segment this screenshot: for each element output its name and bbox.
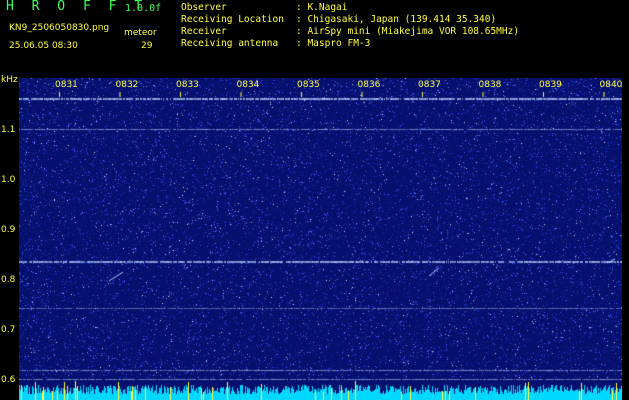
observer-value: : K.Nagai: [296, 2, 348, 13]
receiver-label: Receiver: [181, 26, 227, 37]
antenna-label: Receiving antenna: [181, 38, 279, 49]
frequency-tick-label: 0.9: [1, 225, 16, 235]
location-label: Receiving Location: [181, 14, 284, 25]
app-version: 1.0.0f: [125, 3, 162, 14]
antenna-value: : Maspro FM-3: [296, 38, 371, 49]
time-tick-label: 0833: [176, 80, 199, 90]
receiver-value: : AirSpy mini (Miakejima VOR 108.65MHz): [296, 26, 520, 37]
observer-label: Observer: [181, 2, 227, 13]
location-value: : Chigasaki, Japan (139.414 35.340): [296, 14, 497, 25]
frequency-tick-label: 1.0: [1, 175, 16, 185]
meteor-count-value: 29: [141, 41, 153, 51]
spectrogram-panel: [19, 78, 622, 400]
frequency-unit-label: kHz: [1, 75, 18, 85]
frequency-tick-label: 0.6: [1, 375, 16, 385]
hrofft-window: H R O F F T 1.0.0f KN9_2506050830.png 25…: [0, 0, 629, 400]
time-tick-label: 0837: [418, 80, 441, 90]
time-tick-label: 0839: [539, 80, 562, 90]
file-name: KN9_2506050830.png: [9, 23, 110, 33]
frequency-tick-label: 1.1: [1, 125, 16, 135]
observation-datetime: 25.06.05 08:30: [9, 41, 78, 51]
time-tick-label: 0835: [297, 80, 320, 90]
time-tick-label: 0834: [236, 80, 260, 90]
time-tick-label: 0832: [115, 80, 139, 90]
time-tick-label: 0831: [55, 80, 78, 90]
time-tick-label: 0840: [599, 80, 623, 90]
time-tick-label: 0838: [478, 80, 502, 90]
frequency-tick-label: 0.7: [1, 325, 16, 335]
spectrogram-canvas: [19, 78, 622, 400]
time-tick-label: 0836: [357, 80, 381, 90]
meteor-count-label: meteor: [124, 28, 157, 38]
frequency-tick-label: 0.8: [1, 275, 16, 285]
